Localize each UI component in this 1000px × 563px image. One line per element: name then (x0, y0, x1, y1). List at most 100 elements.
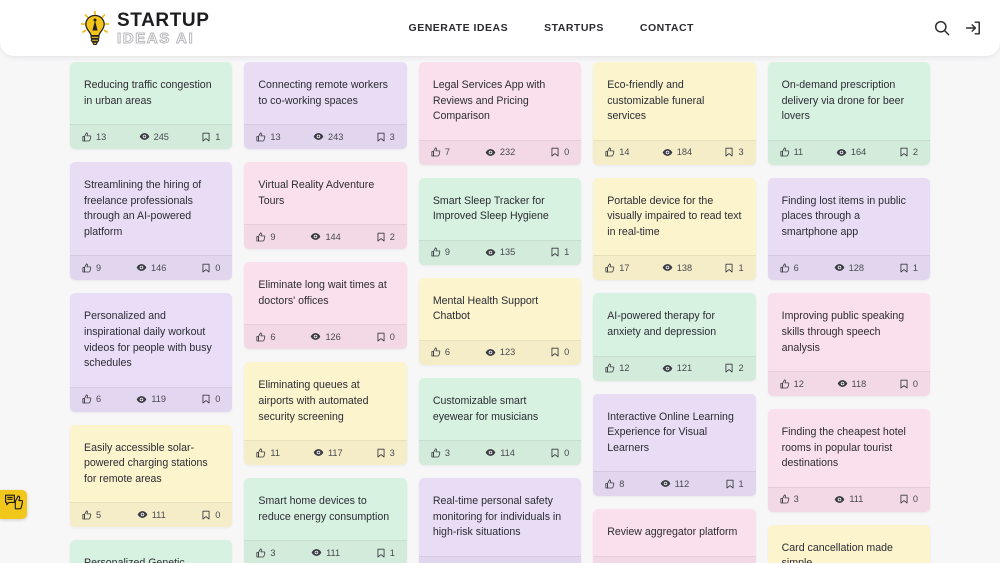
idea-card[interactable]: Interactive Online Learning Experience f… (593, 393, 756, 497)
login-icon[interactable] (964, 19, 982, 37)
save-stat[interactable]: 0 (201, 263, 220, 273)
idea-card[interactable]: Personalized and inspirational daily wor… (70, 293, 233, 412)
save-count: 0 (912, 378, 919, 389)
like-stat[interactable]: 13 (256, 132, 281, 142)
view-count: 111 (849, 494, 864, 505)
save-stat[interactable]: 1 (201, 132, 220, 142)
idea-card[interactable]: Customizable smart eyewear for musicians… (418, 377, 582, 466)
eye-icon (662, 363, 673, 374)
idea-card[interactable]: Real-time personal safety monitoring for… (418, 478, 582, 563)
idea-card[interactable]: Virtual Reality Adventure Tours 9 144 2 (244, 162, 407, 250)
board-column: Reducing traffic congestion in urban are… (70, 62, 233, 563)
idea-card[interactable]: Easily accessible solar-powered charging… (70, 424, 233, 528)
idea-card[interactable]: Eco-friendly and customizable funeral se… (593, 62, 756, 165)
like-stat[interactable]: 13 (82, 132, 106, 142)
idea-card[interactable]: Card cancellation made simple61051 (767, 524, 931, 563)
like-stat[interactable]: 11 (256, 448, 280, 458)
save-stat[interactable]: 1 (550, 247, 569, 257)
idea-card[interactable]: Smart Sleep Tracker for Improved Sleep H… (418, 177, 582, 265)
idea-card[interactable]: Streamlining the hiring of freelance pro… (70, 162, 233, 281)
save-count: 1 (389, 547, 395, 558)
eye-icon (837, 378, 848, 389)
idea-card[interactable]: Reducing traffic congestion in urban are… (70, 62, 233, 150)
save-stat[interactable]: 3 (376, 448, 395, 458)
like-stat[interactable]: 8 (605, 479, 624, 489)
save-stat[interactable]: 2 (724, 363, 744, 373)
view-stat: 184 (662, 147, 692, 158)
save-stat[interactable]: 0 (201, 394, 220, 404)
save-stat[interactable]: 1 (725, 479, 744, 489)
idea-card[interactable]: Review aggregator platform 51081 (593, 509, 756, 563)
idea-card[interactable]: Smart home devices to reduce energy cons… (244, 478, 407, 563)
like-stat[interactable]: 11 (780, 147, 803, 157)
like-count: 11 (270, 447, 280, 458)
eye-icon (310, 331, 321, 342)
like-stat[interactable]: 6 (256, 332, 276, 342)
bookmark-icon (201, 510, 211, 520)
save-stat[interactable]: 0 (899, 494, 918, 504)
save-stat[interactable]: 0 (899, 379, 918, 389)
nav-startups[interactable]: STARTUPS (544, 22, 604, 34)
idea-card-title: Eliminate long wait times at doctors' of… (258, 279, 387, 307)
thumbs-up-icon (605, 263, 615, 273)
like-stat[interactable]: 6 (82, 394, 101, 404)
save-stat[interactable]: 1 (376, 548, 395, 558)
idea-card[interactable]: Eliminate long wait times at doctors' of… (244, 262, 407, 350)
idea-card[interactable]: AI-powered therapy for anxiety and depre… (593, 293, 756, 381)
nav-generate-ideas[interactable]: GENERATE IDEAS (409, 22, 509, 34)
idea-card[interactable]: Finding the cheapest hotel rooms in popu… (767, 409, 931, 512)
save-stat[interactable]: 1 (724, 263, 744, 273)
idea-card[interactable]: Connecting remote workers to co-working … (244, 62, 407, 150)
save-stat[interactable]: 0 (550, 147, 569, 157)
like-stat[interactable]: 3 (431, 448, 450, 458)
search-icon[interactable] (933, 19, 951, 37)
save-stat[interactable]: 0 (550, 347, 569, 357)
like-stat[interactable]: 12 (605, 363, 629, 373)
save-stat[interactable]: 0 (376, 332, 395, 342)
idea-card-footer: 9 146 0 (70, 255, 233, 280)
feedback-widget[interactable] (0, 490, 27, 519)
save-stat[interactable]: 0 (550, 448, 569, 458)
idea-card[interactable]: Eliminating queues at airports with auto… (244, 362, 407, 466)
idea-card[interactable]: Finding lost items in public places thro… (767, 177, 931, 281)
idea-card-footer: 7 232 0 (418, 139, 582, 165)
idea-card-title: Connecting remote workers to co-working … (258, 79, 388, 107)
like-stat[interactable]: 12 (780, 379, 804, 389)
like-stat[interactable]: 9 (82, 263, 101, 273)
idea-card-title: Review aggregator platform (607, 526, 738, 539)
idea-card[interactable]: Personalized Genetic Counseling for Heal… (70, 540, 233, 563)
like-stat[interactable]: 14 (605, 147, 629, 157)
like-stat[interactable]: 7 (431, 147, 450, 157)
save-stat[interactable]: 0 (201, 510, 220, 520)
idea-card[interactable]: Legal Services App with Reviews and Pric… (418, 62, 582, 165)
idea-card-footer: 9 135 1 (418, 239, 582, 265)
like-stat[interactable]: 5 (82, 510, 101, 520)
idea-card[interactable]: On-demand prescription delivery via dron… (767, 62, 931, 165)
idea-card-footer: 8 112 1 (593, 471, 756, 496)
save-stat[interactable]: 3 (376, 132, 395, 142)
like-stat[interactable]: 6 (780, 263, 799, 273)
like-stat[interactable]: 3 (256, 548, 276, 558)
thumbs-up-icon (431, 147, 441, 157)
like-count: 3 (444, 447, 450, 458)
nav-contact[interactable]: CONTACT (640, 22, 694, 34)
idea-card-footer: 12 121 2 (593, 355, 756, 381)
like-stat[interactable]: 6 (431, 347, 450, 357)
save-stat[interactable]: 2 (376, 232, 395, 242)
idea-card[interactable]: Mental Health Support Chatbot 6 123 0 (418, 277, 582, 365)
like-stat[interactable]: 9 (431, 247, 450, 257)
like-stat[interactable]: 9 (256, 232, 276, 242)
view-count: 111 (151, 509, 166, 520)
eye-icon (485, 247, 496, 258)
eye-icon (313, 447, 324, 458)
save-stat[interactable]: 3 (724, 147, 744, 157)
like-count: 14 (619, 147, 630, 158)
like-stat[interactable]: 17 (605, 263, 629, 273)
like-stat[interactable]: 3 (780, 494, 799, 504)
view-stat: 123 (485, 347, 515, 358)
idea-card[interactable]: Portable device for the visually impaire… (593, 177, 756, 281)
save-stat[interactable]: 1 (899, 263, 918, 273)
save-stat[interactable]: 2 (899, 147, 918, 157)
idea-card[interactable]: Improving public speaking skills through… (767, 293, 931, 397)
view-count: 121 (676, 363, 693, 373)
